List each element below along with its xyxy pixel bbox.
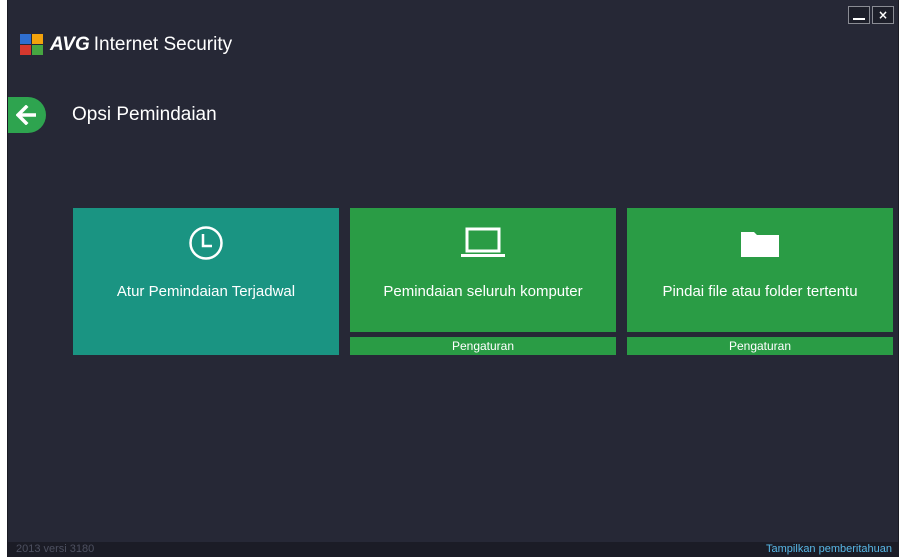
- arrow-left-icon: [16, 105, 36, 125]
- whole-computer-scan-label: Pemindaian seluruh komputer: [383, 283, 583, 300]
- version-text: 2013 versi 3180: [16, 543, 95, 555]
- files-folders-scan-label: Pindai file atau folder tertentu: [662, 283, 858, 300]
- scheduled-scan-label: Atur Pemindaian Terjadwal: [116, 283, 296, 300]
- whole-computer-scan-tile[interactable]: Pemindaian seluruh komputer: [350, 208, 616, 332]
- show-notifications-link[interactable]: Tampilkan pemberitahuan: [766, 542, 892, 557]
- back-button[interactable]: [8, 97, 46, 133]
- app-title: AVG Internet Security: [50, 34, 232, 56]
- minimize-icon[interactable]: [848, 6, 870, 24]
- whole-computer-settings-button[interactable]: Pengaturan: [350, 337, 616, 355]
- laptop-icon: [350, 224, 616, 262]
- app-brand: AVG Internet Security: [20, 34, 232, 56]
- brand-bold: AVG: [50, 34, 90, 55]
- status-bar: 2013 versi 3180 Tampilkan pemberitahuan: [8, 542, 898, 557]
- files-folders-scan-tile[interactable]: Pindai file atau folder tertentu: [627, 208, 893, 332]
- brand-rest: Internet Security: [93, 34, 233, 55]
- close-icon[interactable]: ×: [872, 6, 894, 24]
- app-window: × AVG Internet Security Opsi Pemindaian A…: [8, 0, 898, 557]
- window-controls: ×: [848, 6, 894, 24]
- avg-logo-icon: [20, 34, 44, 56]
- files-folders-settings-button[interactable]: Pengaturan: [627, 337, 893, 355]
- folder-icon: [627, 224, 893, 262]
- page-title: Opsi Pemindaian: [72, 104, 217, 125]
- clock-icon: [73, 224, 339, 262]
- scheduled-scan-tile[interactable]: Atur Pemindaian Terjadwal: [73, 208, 339, 355]
